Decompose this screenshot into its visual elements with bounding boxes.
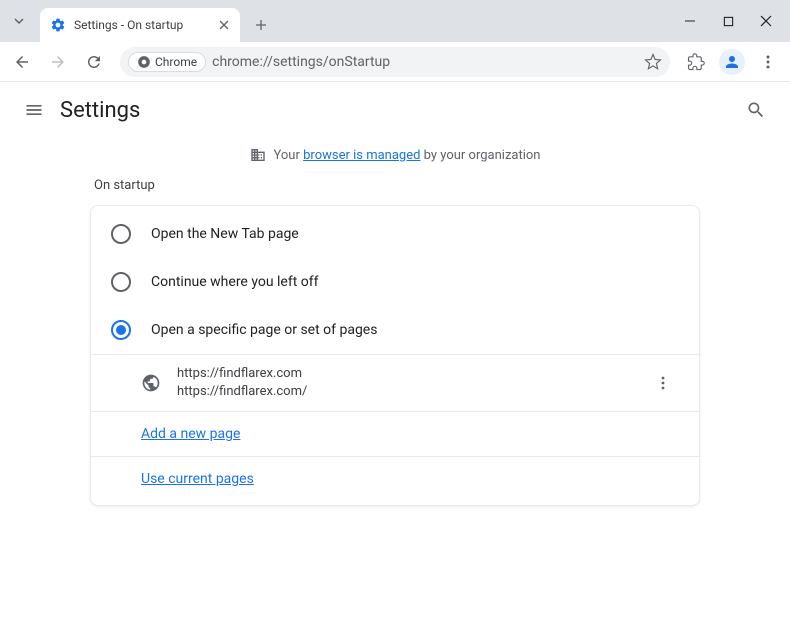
star-icon [644, 53, 662, 71]
startup-pages-list: https://findflarex.com https://findflare… [91, 354, 699, 501]
page-title: Settings [60, 98, 140, 123]
tab-close-button[interactable] [216, 17, 232, 33]
browser-toolbar: Chrome chrome://settings/onStartup [0, 42, 790, 82]
more-vert-icon [760, 54, 776, 70]
radio-checked-icon [111, 320, 131, 340]
chrome-logo-icon [137, 55, 151, 69]
forward-button[interactable] [42, 46, 74, 78]
startup-card: Open the New Tab page Continue where you… [90, 205, 700, 506]
bookmark-button[interactable] [644, 53, 662, 71]
site-info-chip[interactable]: Chrome [128, 52, 206, 72]
more-vert-icon [655, 375, 671, 391]
extensions-button[interactable] [680, 46, 712, 78]
use-current-row[interactable]: Use current pages [91, 456, 699, 501]
use-current-link[interactable]: Use current pages [141, 471, 254, 487]
arrow-back-icon [13, 53, 31, 71]
person-icon [723, 53, 741, 71]
tab-search-button[interactable] [0, 0, 38, 42]
startup-page-row: https://findflarex.com https://findflare… [91, 355, 699, 411]
arrow-forward-icon [49, 53, 67, 71]
settings-content: On startup Open the New Tab page Continu… [0, 172, 790, 506]
settings-header: Settings [0, 82, 790, 138]
plus-icon [255, 19, 267, 31]
url-text: chrome://settings/onStartup [212, 54, 638, 70]
radio-continue[interactable]: Continue where you left off [91, 258, 699, 306]
page-more-button[interactable] [647, 367, 679, 399]
browser-tab[interactable]: Settings - On startup [40, 8, 240, 42]
radio-icon [111, 272, 131, 292]
chevron-down-icon [13, 15, 25, 27]
radio-new-tab[interactable]: Open the New Tab page [91, 210, 699, 258]
back-button[interactable] [6, 46, 38, 78]
address-bar[interactable]: Chrome chrome://settings/onStartup [120, 47, 670, 77]
reload-button[interactable] [78, 46, 110, 78]
maximize-icon [723, 16, 734, 27]
close-window-button[interactable] [748, 6, 784, 36]
domain-icon [250, 147, 266, 163]
radio-icon [111, 224, 131, 244]
chip-label: Chrome [155, 55, 197, 69]
close-icon [760, 15, 772, 27]
managed-banner: Your browser is managed by your organiza… [0, 138, 790, 172]
page-title: https://findflarex.com [177, 365, 631, 383]
avatar [719, 49, 745, 75]
close-icon [219, 20, 229, 30]
settings-gear-icon [50, 17, 66, 33]
section-title: On startup [90, 178, 700, 193]
minimize-icon [684, 15, 696, 27]
page-url: https://findflarex.com/ [177, 383, 631, 401]
globe-icon [141, 373, 161, 393]
search-icon [746, 100, 766, 120]
search-settings-button[interactable] [736, 90, 776, 130]
chrome-menu-button[interactable] [752, 46, 784, 78]
add-page-row[interactable]: Add a new page [91, 411, 699, 456]
titlebar: Settings - On startup [0, 0, 790, 42]
hamburger-icon [24, 100, 44, 120]
extensions-icon [687, 53, 705, 71]
managed-text: Your browser is managed by your organiza… [274, 148, 541, 163]
add-page-link[interactable]: Add a new page [141, 426, 240, 442]
reload-icon [85, 53, 103, 71]
minimize-button[interactable] [672, 6, 708, 36]
window-controls [672, 0, 790, 42]
maximize-button[interactable] [710, 6, 746, 36]
radio-specific-pages[interactable]: Open a specific page or set of pages [91, 306, 699, 354]
tab-title: Settings - On startup [74, 18, 208, 32]
new-tab-button[interactable] [246, 10, 276, 40]
radio-label: Continue where you left off [151, 274, 319, 290]
radio-label: Open the New Tab page [151, 226, 299, 242]
profile-button[interactable] [716, 46, 748, 78]
radio-label: Open a specific page or set of pages [151, 322, 377, 338]
managed-link[interactable]: browser is managed [303, 148, 420, 163]
menu-button[interactable] [14, 90, 54, 130]
